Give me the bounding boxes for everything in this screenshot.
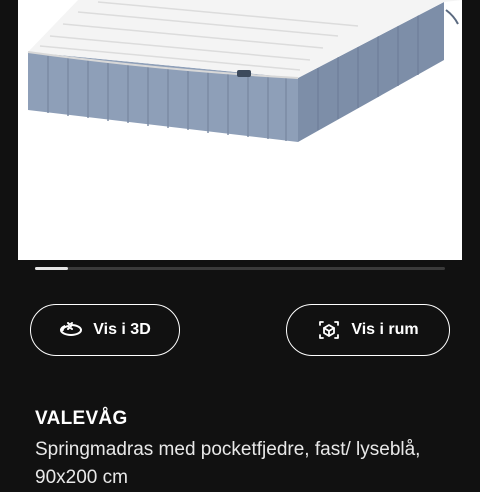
product-description: Springmadras med pocketfjedre, fast/ lys… bbox=[35, 439, 421, 488]
ar-cube-icon bbox=[317, 318, 341, 342]
mattress-illustration bbox=[27, 0, 462, 142]
product-name: VALEVÅG bbox=[35, 408, 128, 429]
gallery-progress-fill bbox=[35, 267, 68, 270]
view-3d-button[interactable]: Vis i 3D bbox=[30, 304, 180, 356]
view-in-room-label: Vis i rum bbox=[351, 321, 419, 338]
rotate-3d-icon bbox=[59, 321, 83, 339]
view-3d-label: Vis i 3D bbox=[93, 321, 151, 338]
product-image[interactable] bbox=[18, 0, 462, 260]
brand-tag bbox=[237, 70, 251, 77]
view-in-room-button[interactable]: Vis i rum bbox=[286, 304, 450, 356]
gallery-progress bbox=[35, 267, 445, 270]
